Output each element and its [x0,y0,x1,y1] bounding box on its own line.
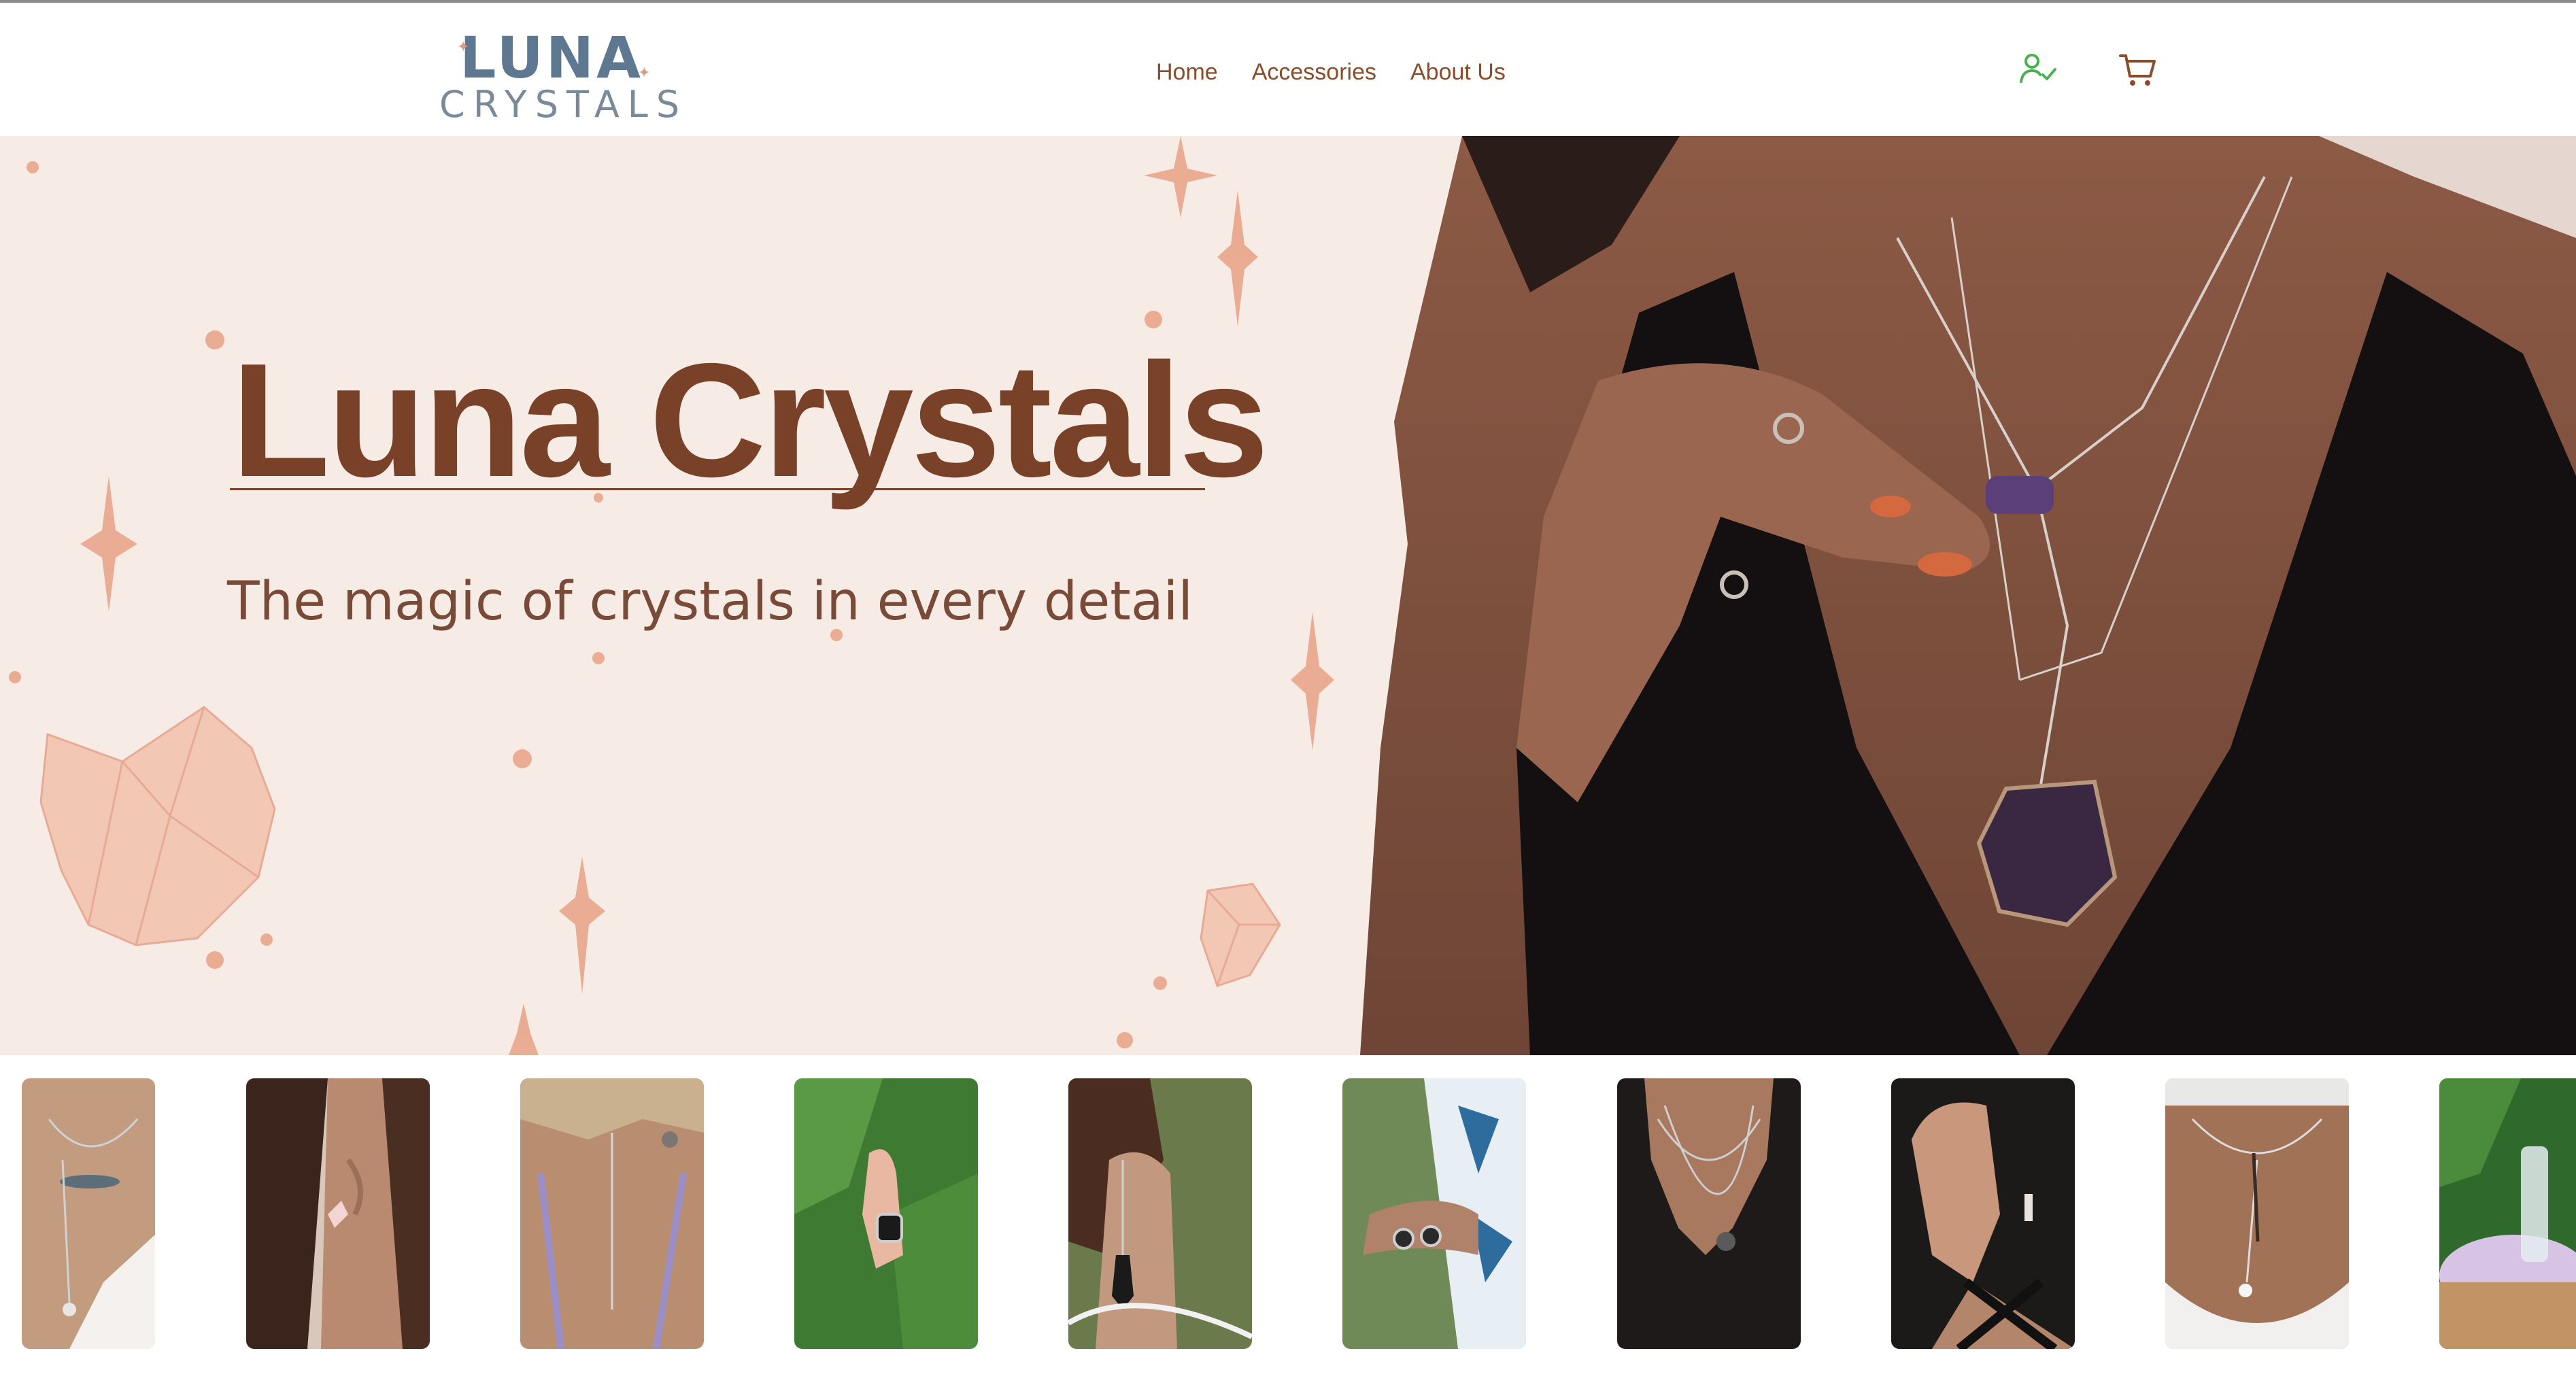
gallery-thumbnail[interactable] [246,1078,430,1349]
hero-model-photo [1353,136,2576,1055]
logo-sparkle-icon: ✦ [638,64,651,81]
crystal-display-photo [2439,1078,2576,1349]
gallery-thumbnail[interactable] [22,1078,155,1349]
logo-sparkle-icon: ✦ [457,38,470,55]
amethyst-point-pendant [1986,476,2054,514]
brand-logo[interactable]: LUNA CRYSTALS ✦ ✦ [439,23,688,126]
back-chain-photo [2165,1078,2349,1349]
nav-about-us[interactable]: About Us [1410,52,1506,92]
sparkle-icon [559,857,605,994]
smiling-woman-earring-photo [1891,1078,2075,1349]
site-header: LUNA CRYSTALS ✦ ✦ Home Accessories About… [0,3,2576,136]
back-necklace-photo [520,1078,704,1349]
gallery-thumbnail[interactable] [2165,1078,2349,1349]
pendant-necklace-photo [1617,1078,1801,1349]
nav-home[interactable]: Home [1156,52,1218,92]
hero-title-underline [230,488,1205,490]
necklace-on-chest-photo [22,1078,155,1349]
crystal-cluster-illustration [39,706,276,946]
sparkle-icon [1217,190,1258,326]
sparkle-icon [509,1004,539,1055]
sparkle-icon [1144,136,1217,218]
small-crystal-illustration [1200,883,1281,987]
earring-on-ear-photo [246,1078,430,1349]
hero-subtitle: The magic of crystals in every detail [227,571,1193,632]
logo-word-luna: LUNA [459,24,644,91]
sparkle-icon [80,476,137,612]
product-gallery-strip [0,1055,2576,1387]
nav-accessories[interactable]: Accessories [1252,52,1376,92]
user-check-icon[interactable] [2017,50,2058,91]
gallery-thumbnail[interactable] [1617,1078,1801,1349]
gallery-thumbnail[interactable] [794,1078,978,1349]
ring-on-hand-leaves-photo [794,1078,978,1349]
main-nav: Home Accessories About Us [1156,52,1506,92]
gallery-thumbnail[interactable] [1891,1078,2075,1349]
gallery-thumbnail[interactable] [1068,1078,1252,1349]
ear-cuff-photo [1068,1078,1252,1349]
cart-icon[interactable] [2118,50,2158,91]
gallery-thumbnail[interactable] [520,1078,704,1349]
bracelet-on-arm-photo [1342,1078,1526,1349]
hero-title: Luna Crystals [231,330,1269,511]
hero-banner: Luna Crystals The magic of crystals in e… [0,136,2576,1055]
gallery-thumbnail[interactable] [2439,1078,2576,1349]
gallery-thumbnail[interactable] [1342,1078,1526,1349]
logo-word-crystals: CRYSTALS [439,83,688,126]
sparkle-icon [1291,612,1334,751]
